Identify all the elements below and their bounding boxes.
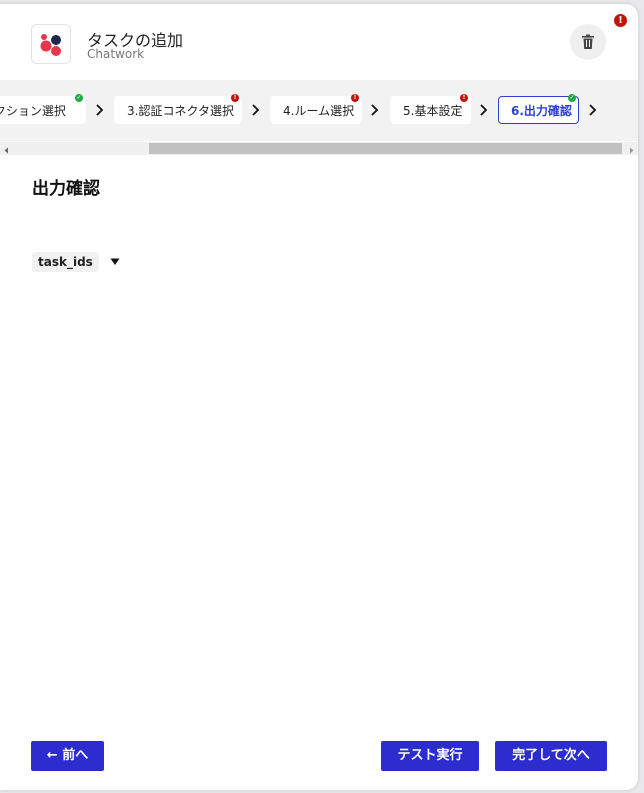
- step-basic-settings[interactable]: 5.基本設定 !: [390, 94, 471, 124]
- output-key-label: task_ids: [32, 252, 99, 272]
- scroll-right-arrow-icon[interactable]: [625, 142, 638, 155]
- task-panel: タスクの追加 Chatwork ! 2.アクション選択 ✓ 3.認証コネクタ選択…: [0, 4, 638, 790]
- step-status-ok-icon: ✓: [568, 94, 576, 102]
- step-label: 6.出力確認: [511, 104, 572, 118]
- chevron-right-icon: [480, 104, 488, 116]
- step-status-error-icon: !: [231, 94, 239, 102]
- scrollbar-thumb[interactable]: [149, 143, 622, 154]
- step-label: 4.ルーム選択: [283, 104, 355, 118]
- panel-header: タスクの追加 Chatwork !: [0, 4, 638, 80]
- step-output-check[interactable]: 6.出力確認 ✓: [498, 94, 579, 124]
- step-status-error-icon: !: [460, 94, 468, 102]
- caret-down-icon[interactable]: [110, 258, 120, 266]
- steps-track: 2.アクション選択 ✓ 3.認証コネクタ選択 ! 4.ルーム選択 ! 5.基本設…: [0, 94, 638, 126]
- step-label: 3.認証コネクタ選択: [127, 104, 234, 118]
- step-action-select[interactable]: 2.アクション選択 ✓: [0, 94, 86, 124]
- output-item: task_ids: [32, 252, 120, 272]
- step-connector-select[interactable]: 3.認証コネクタ選択 !: [114, 94, 242, 124]
- test-run-button[interactable]: テスト実行: [381, 741, 479, 771]
- chatwork-logo-icon: [31, 24, 71, 64]
- delete-button[interactable]: [570, 24, 606, 60]
- chevron-right-icon: [589, 104, 597, 116]
- prev-button[interactable]: ← 前へ: [31, 741, 104, 771]
- steps-horizontal-scrollbar[interactable]: [0, 142, 638, 155]
- step-status-error-icon: !: [351, 94, 359, 102]
- chevron-right-icon: [371, 104, 379, 116]
- chevron-right-icon: [252, 104, 260, 116]
- step-status-ok-icon: ✓: [75, 94, 83, 102]
- scroll-left-arrow-icon[interactable]: [0, 142, 13, 155]
- chevron-right-icon: [96, 104, 104, 116]
- trash-icon: [582, 34, 594, 49]
- step-label: 5.基本設定: [403, 104, 463, 118]
- step-room-select[interactable]: 4.ルーム選択 !: [270, 94, 362, 124]
- step-label: 2.アクション選択: [0, 104, 66, 118]
- step-navigation: 2.アクション選択 ✓ 3.認証コネクタ選択 ! 4.ルーム選択 ! 5.基本設…: [0, 80, 638, 141]
- complete-next-button[interactable]: 完了して次へ: [495, 741, 607, 771]
- panel-subtitle: Chatwork: [87, 47, 145, 61]
- alert-badge: !: [614, 14, 627, 27]
- section-title: 出力確認: [32, 179, 100, 199]
